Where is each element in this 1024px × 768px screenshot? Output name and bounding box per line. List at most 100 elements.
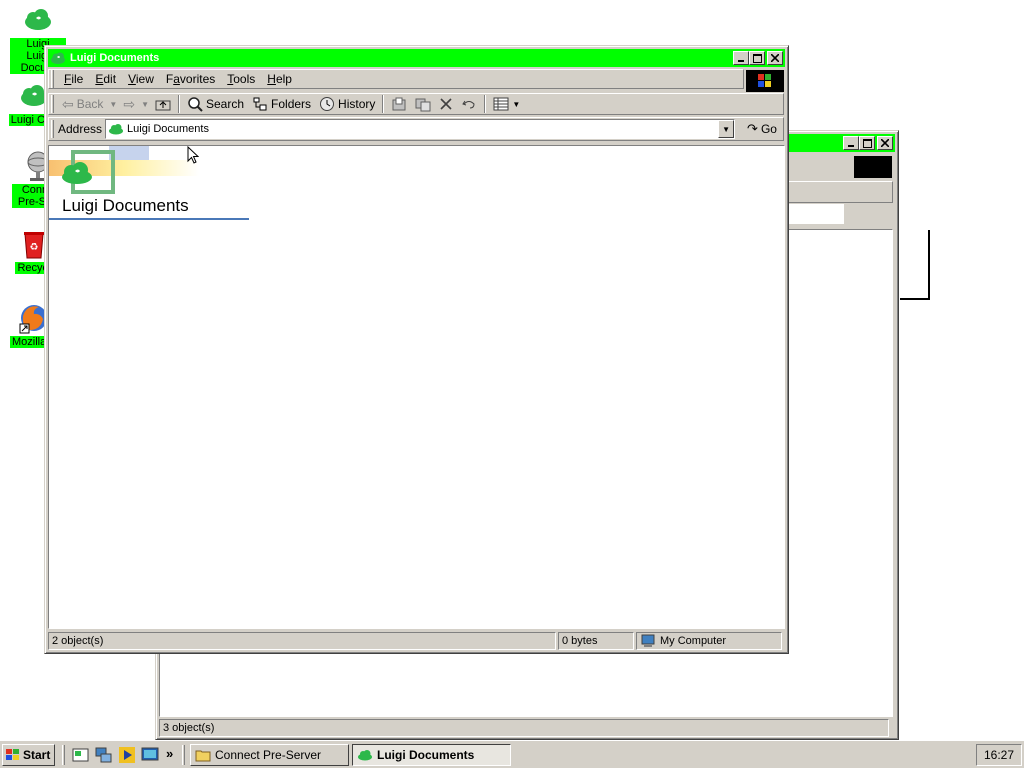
history-button[interactable]: History <box>315 94 379 114</box>
status-size: 0 bytes <box>558 632 634 650</box>
my-computer-icon <box>641 634 655 647</box>
maximize-icon <box>862 138 872 148</box>
chevron-down-icon: ▼ <box>141 99 149 109</box>
folders-icon <box>253 97 267 111</box>
forward-button[interactable]: ⇨ <box>119 94 139 114</box>
up-folder-button[interactable] <box>151 94 175 114</box>
address-dropdown-button[interactable]: ▼ <box>718 120 735 138</box>
close-icon <box>771 54 779 62</box>
minimize-button[interactable] <box>733 51 749 65</box>
cloud-icon <box>50 51 66 65</box>
up-folder-icon <box>155 100 171 111</box>
quicklaunch-overflow-button[interactable]: » <box>166 746 173 761</box>
copy-to-button[interactable] <box>411 94 435 114</box>
history-icon <box>320 97 335 111</box>
status-zone: My Computer <box>636 632 782 650</box>
delete-icon <box>440 98 452 110</box>
toolbar-separator <box>382 95 385 113</box>
minimize-button[interactable] <box>843 136 859 150</box>
address-input[interactable]: Luigi Documents ▼ <box>105 119 736 139</box>
menu-favorites[interactable]: Favorites <box>160 72 221 86</box>
folder-title-underline <box>49 218 249 220</box>
windows-logo-throbber <box>746 70 784 92</box>
svg-text:♻: ♻ <box>30 242 39 253</box>
status-object-count: 3 object(s) <box>159 719 889 737</box>
mouse-cursor <box>187 145 200 167</box>
maximize-button[interactable] <box>859 136 875 150</box>
maximize-icon <box>752 53 762 63</box>
menu-help[interactable]: Help <box>261 72 298 86</box>
delete-button[interactable] <box>435 94 457 114</box>
address-grip[interactable] <box>51 120 54 138</box>
task-luigi-documents[interactable]: Luigi Documents <box>352 744 511 766</box>
move-to-icon <box>392 97 406 111</box>
cloud-icon <box>358 750 372 761</box>
minimize-icon <box>848 145 854 147</box>
network-icon[interactable] <box>95 746 113 764</box>
go-button[interactable]: ↷ Go <box>743 119 781 139</box>
go-arrow-icon: ↷ <box>747 121 758 136</box>
copy-to-icon <box>415 98 431 112</box>
back-dropdown-button[interactable]: ▼ <box>107 94 119 114</box>
toolbar-separator <box>484 95 487 113</box>
chevron-down-icon: ▼ <box>722 124 730 134</box>
menu-view[interactable]: View <box>122 72 160 86</box>
address-label: Address <box>58 122 103 136</box>
statusbar: 2 object(s) 0 bytes My Computer <box>48 632 784 650</box>
back-button[interactable]: ⇦ Back <box>58 94 107 114</box>
back-arrow-icon: ⇦ <box>62 95 74 112</box>
toolbar-grip[interactable] <box>51 95 54 113</box>
views-button[interactable]: ▼ <box>489 94 524 114</box>
system-tray-clock[interactable]: 16:27 <box>976 744 1022 766</box>
close-button[interactable] <box>877 136 893 150</box>
undo-button[interactable] <box>457 94 481 114</box>
explorer-window-luigi-documents[interactable]: Luigi Documents File Edit View Favorites… <box>44 45 789 654</box>
minimize-icon <box>738 60 744 62</box>
folder-content-area[interactable]: Luigi Documents <box>48 145 785 629</box>
close-button[interactable] <box>767 51 783 65</box>
maximize-button[interactable] <box>749 51 765 65</box>
chevron-down-icon: ▼ <box>109 99 118 109</box>
undo-icon <box>462 100 475 109</box>
back-window-address-field[interactable] <box>788 204 844 224</box>
toolbar-separator <box>178 95 180 113</box>
folder-header-graphic <box>49 146 199 196</box>
media-player-icon[interactable] <box>118 746 136 764</box>
quicklaunch-grip[interactable] <box>62 745 65 765</box>
show-desktop-icon[interactable] <box>72 746 90 764</box>
folders-button[interactable]: Folders <box>248 94 315 114</box>
cloud-icon <box>59 160 95 189</box>
back-window-statusbar: 3 object(s) <box>159 719 893 737</box>
menu-grip[interactable] <box>51 70 54 88</box>
windows-flag-icon <box>758 74 771 87</box>
search-button[interactable]: Search <box>183 94 248 114</box>
menu-tools[interactable]: Tools <box>221 72 261 86</box>
menu-edit[interactable]: Edit <box>89 72 122 86</box>
search-icon <box>188 97 203 112</box>
task-connect-pre-server[interactable]: Connect Pre-Server <box>190 744 349 766</box>
standard-toolbar: ⇦ Back ▼ ⇨ ▼ Search Folders History ▼ <box>48 93 784 115</box>
move-to-button[interactable] <box>387 94 411 114</box>
folder-title: Luigi Documents <box>62 196 189 215</box>
address-bar: Address Luigi Documents ▼ ↷ Go <box>48 117 784 141</box>
taskbar: Start » Connect Pre-Server Luigi Documen… <box>0 740 1024 768</box>
forward-dropdown-button[interactable]: ▼ <box>139 94 151 114</box>
start-button[interactable]: Start <box>2 744 55 766</box>
cloud-icon <box>108 123 124 135</box>
close-icon <box>881 139 889 147</box>
forward-arrow-icon: ⇨ <box>123 95 136 112</box>
desktop-shortcut-icon[interactable] <box>141 746 159 764</box>
folder-icon <box>195 750 211 762</box>
desktop-artifact-line <box>900 230 930 300</box>
views-icon <box>493 97 509 111</box>
menu-bar: File Edit View Favorites Tools Help <box>48 69 744 89</box>
window-title: Luigi Documents <box>70 52 160 64</box>
taskbar-separator <box>182 745 185 765</box>
window-titlebar[interactable]: Luigi Documents <box>48 49 785 67</box>
address-value: Luigi Documents <box>127 123 209 135</box>
menu-file[interactable]: File <box>58 72 89 86</box>
status-object-count: 2 object(s) <box>48 632 556 650</box>
windows-flag-icon <box>6 749 19 760</box>
back-window-brand-logo <box>854 156 892 178</box>
cloud-icon <box>22 4 54 36</box>
